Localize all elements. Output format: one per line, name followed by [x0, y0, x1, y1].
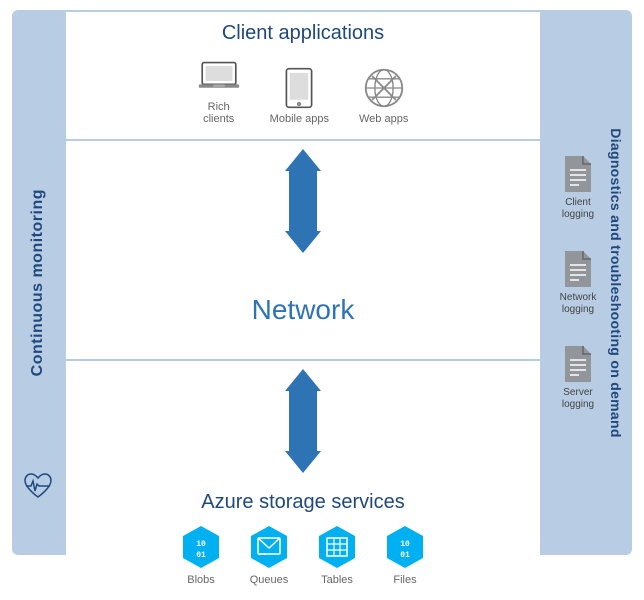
rich-clients-label: Richclients: [203, 101, 234, 125]
server-logging-icon: [561, 344, 595, 384]
mobile-apps-icon-item: Mobile apps: [270, 67, 329, 125]
blobs-icon: 10 01: [178, 524, 224, 570]
svg-text:01: 01: [400, 551, 410, 560]
arrow-top-1: [285, 149, 321, 171]
queues-icon-item: Queues: [246, 524, 292, 586]
client-logging-item: Clientlogging: [561, 154, 595, 221]
mobile-apps-label: Mobile apps: [270, 113, 329, 125]
network-logging-icon: [561, 249, 595, 289]
left-sidebar: Continuous monitoring: [12, 10, 64, 555]
laptop-icon: [198, 55, 240, 97]
arrow-section-2: [66, 361, 540, 481]
client-apps-icons: Richclients Mobile apps: [82, 55, 524, 125]
blobs-icon-item: 10 01 Blobs: [178, 524, 224, 586]
arrow-section-1: [66, 141, 540, 261]
diagnostics-label: Diagnostics and troubleshooting on deman…: [608, 128, 624, 437]
network-logging-label: Networklogging: [560, 292, 597, 316]
client-apps-title: Client applications: [82, 22, 524, 45]
azure-storage-icons: 10 01 Blobs Queues: [82, 524, 524, 586]
tables-icon: [314, 524, 360, 570]
azure-storage-section: Azure storage services 10 01 Blobs: [66, 481, 540, 600]
arrow-bottom-2: [285, 451, 321, 473]
tables-icon-item: Tables: [314, 524, 360, 586]
svg-text:10: 10: [196, 540, 206, 549]
client-logging-label: Clientlogging: [562, 197, 594, 221]
arrow-shaft-2: [289, 391, 317, 451]
right-icons-col: Clientlogging Networklogging: [560, 154, 597, 411]
server-logging-item: Serverlogging: [561, 344, 595, 411]
files-label: Files: [393, 574, 416, 586]
svg-text:10: 10: [400, 540, 410, 549]
heart-icon: [23, 473, 53, 505]
network-section: Network: [66, 261, 540, 361]
files-icon-item: 10 01 Files: [382, 524, 428, 586]
queues-icon: [246, 524, 292, 570]
arrow-bottom-1: [285, 231, 321, 253]
arrow-top-2: [285, 369, 321, 391]
azure-storage-title: Azure storage services: [82, 491, 524, 514]
right-sidebar: Clientlogging Networklogging: [542, 10, 632, 555]
arrow-shaft-1: [289, 171, 317, 231]
svg-text:01: 01: [196, 551, 206, 560]
blobs-label: Blobs: [187, 574, 215, 586]
tablet-icon: [278, 67, 320, 109]
tables-label: Tables: [321, 574, 353, 586]
client-apps-section: Client applications Richclients: [66, 12, 540, 141]
client-logging-icon: [561, 154, 595, 194]
web-apps-icon-item: Web apps: [359, 67, 408, 125]
server-logging-label: Serverlogging: [562, 387, 594, 411]
files-icon: 10 01: [382, 524, 428, 570]
queues-label: Queues: [250, 574, 289, 586]
rich-clients-icon-item: Richclients: [198, 55, 240, 125]
network-logging-item: Networklogging: [560, 249, 597, 316]
network-title: Network: [252, 294, 355, 326]
globe-icon: [363, 67, 405, 109]
double-arrow-2: [285, 369, 321, 473]
continuous-monitoring-label: Continuous monitoring: [29, 189, 47, 376]
double-arrow-1: [285, 149, 321, 253]
web-apps-label: Web apps: [359, 113, 408, 125]
diagram-wrapper: Continuous monitoring Client application…: [12, 10, 632, 555]
main-content: Client applications Richclients: [64, 10, 542, 555]
